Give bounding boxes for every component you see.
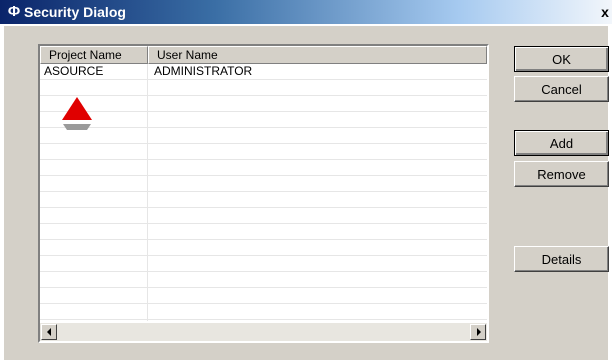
table-row[interactable] [40, 96, 487, 112]
arrow-right-icon [477, 328, 481, 336]
table-row[interactable] [40, 288, 487, 304]
dialog-client-area: Project Name User Name ASOURCE ADMINISTR… [4, 26, 609, 360]
column-header-user-name[interactable]: User Name [148, 46, 487, 64]
cell-user-name: ADMINISTRATOR [154, 64, 253, 78]
table-row[interactable] [40, 240, 487, 256]
details-button[interactable]: Details [514, 246, 609, 272]
red-up-arrow-icon [62, 97, 92, 130]
table-row[interactable] [40, 128, 487, 144]
table-row[interactable] [40, 80, 487, 96]
table-row[interactable] [40, 304, 487, 320]
column-header-project-name[interactable]: Project Name [40, 46, 148, 64]
table-row[interactable] [40, 256, 487, 272]
arrow-left-icon [47, 328, 51, 336]
ok-button[interactable]: OK [514, 46, 609, 72]
scroll-left-button[interactable] [41, 324, 57, 340]
app-icon: Φ [7, 3, 21, 20]
add-button[interactable]: Add [514, 130, 609, 156]
horizontal-scrollbar[interactable] [40, 323, 487, 341]
table-row[interactable] [40, 192, 487, 208]
table-row[interactable] [40, 208, 487, 224]
table-row[interactable] [40, 224, 487, 240]
table-row[interactable] [40, 176, 487, 192]
cell-project-name: ASOURCE [44, 64, 104, 78]
security-list[interactable]: Project Name User Name ASOURCE ADMINISTR… [38, 44, 489, 343]
cancel-button[interactable]: Cancel [514, 76, 609, 102]
list-header: Project Name User Name [40, 46, 487, 64]
table-row[interactable] [40, 144, 487, 160]
scroll-right-button[interactable] [470, 324, 486, 340]
remove-button[interactable]: Remove [514, 161, 609, 187]
table-row[interactable]: ASOURCE ADMINISTRATOR [40, 64, 487, 80]
table-row[interactable] [40, 160, 487, 176]
close-button[interactable]: x [598, 3, 612, 21]
table-row[interactable] [40, 272, 487, 288]
list-rows: ASOURCE ADMINISTRATOR [40, 64, 487, 321]
security-dialog: Φ Security Dialog x Project Name User Na… [0, 0, 612, 362]
window-title: Security Dialog [24, 4, 126, 20]
title-bar[interactable]: Φ Security Dialog x [0, 0, 612, 24]
table-row[interactable] [40, 112, 487, 128]
